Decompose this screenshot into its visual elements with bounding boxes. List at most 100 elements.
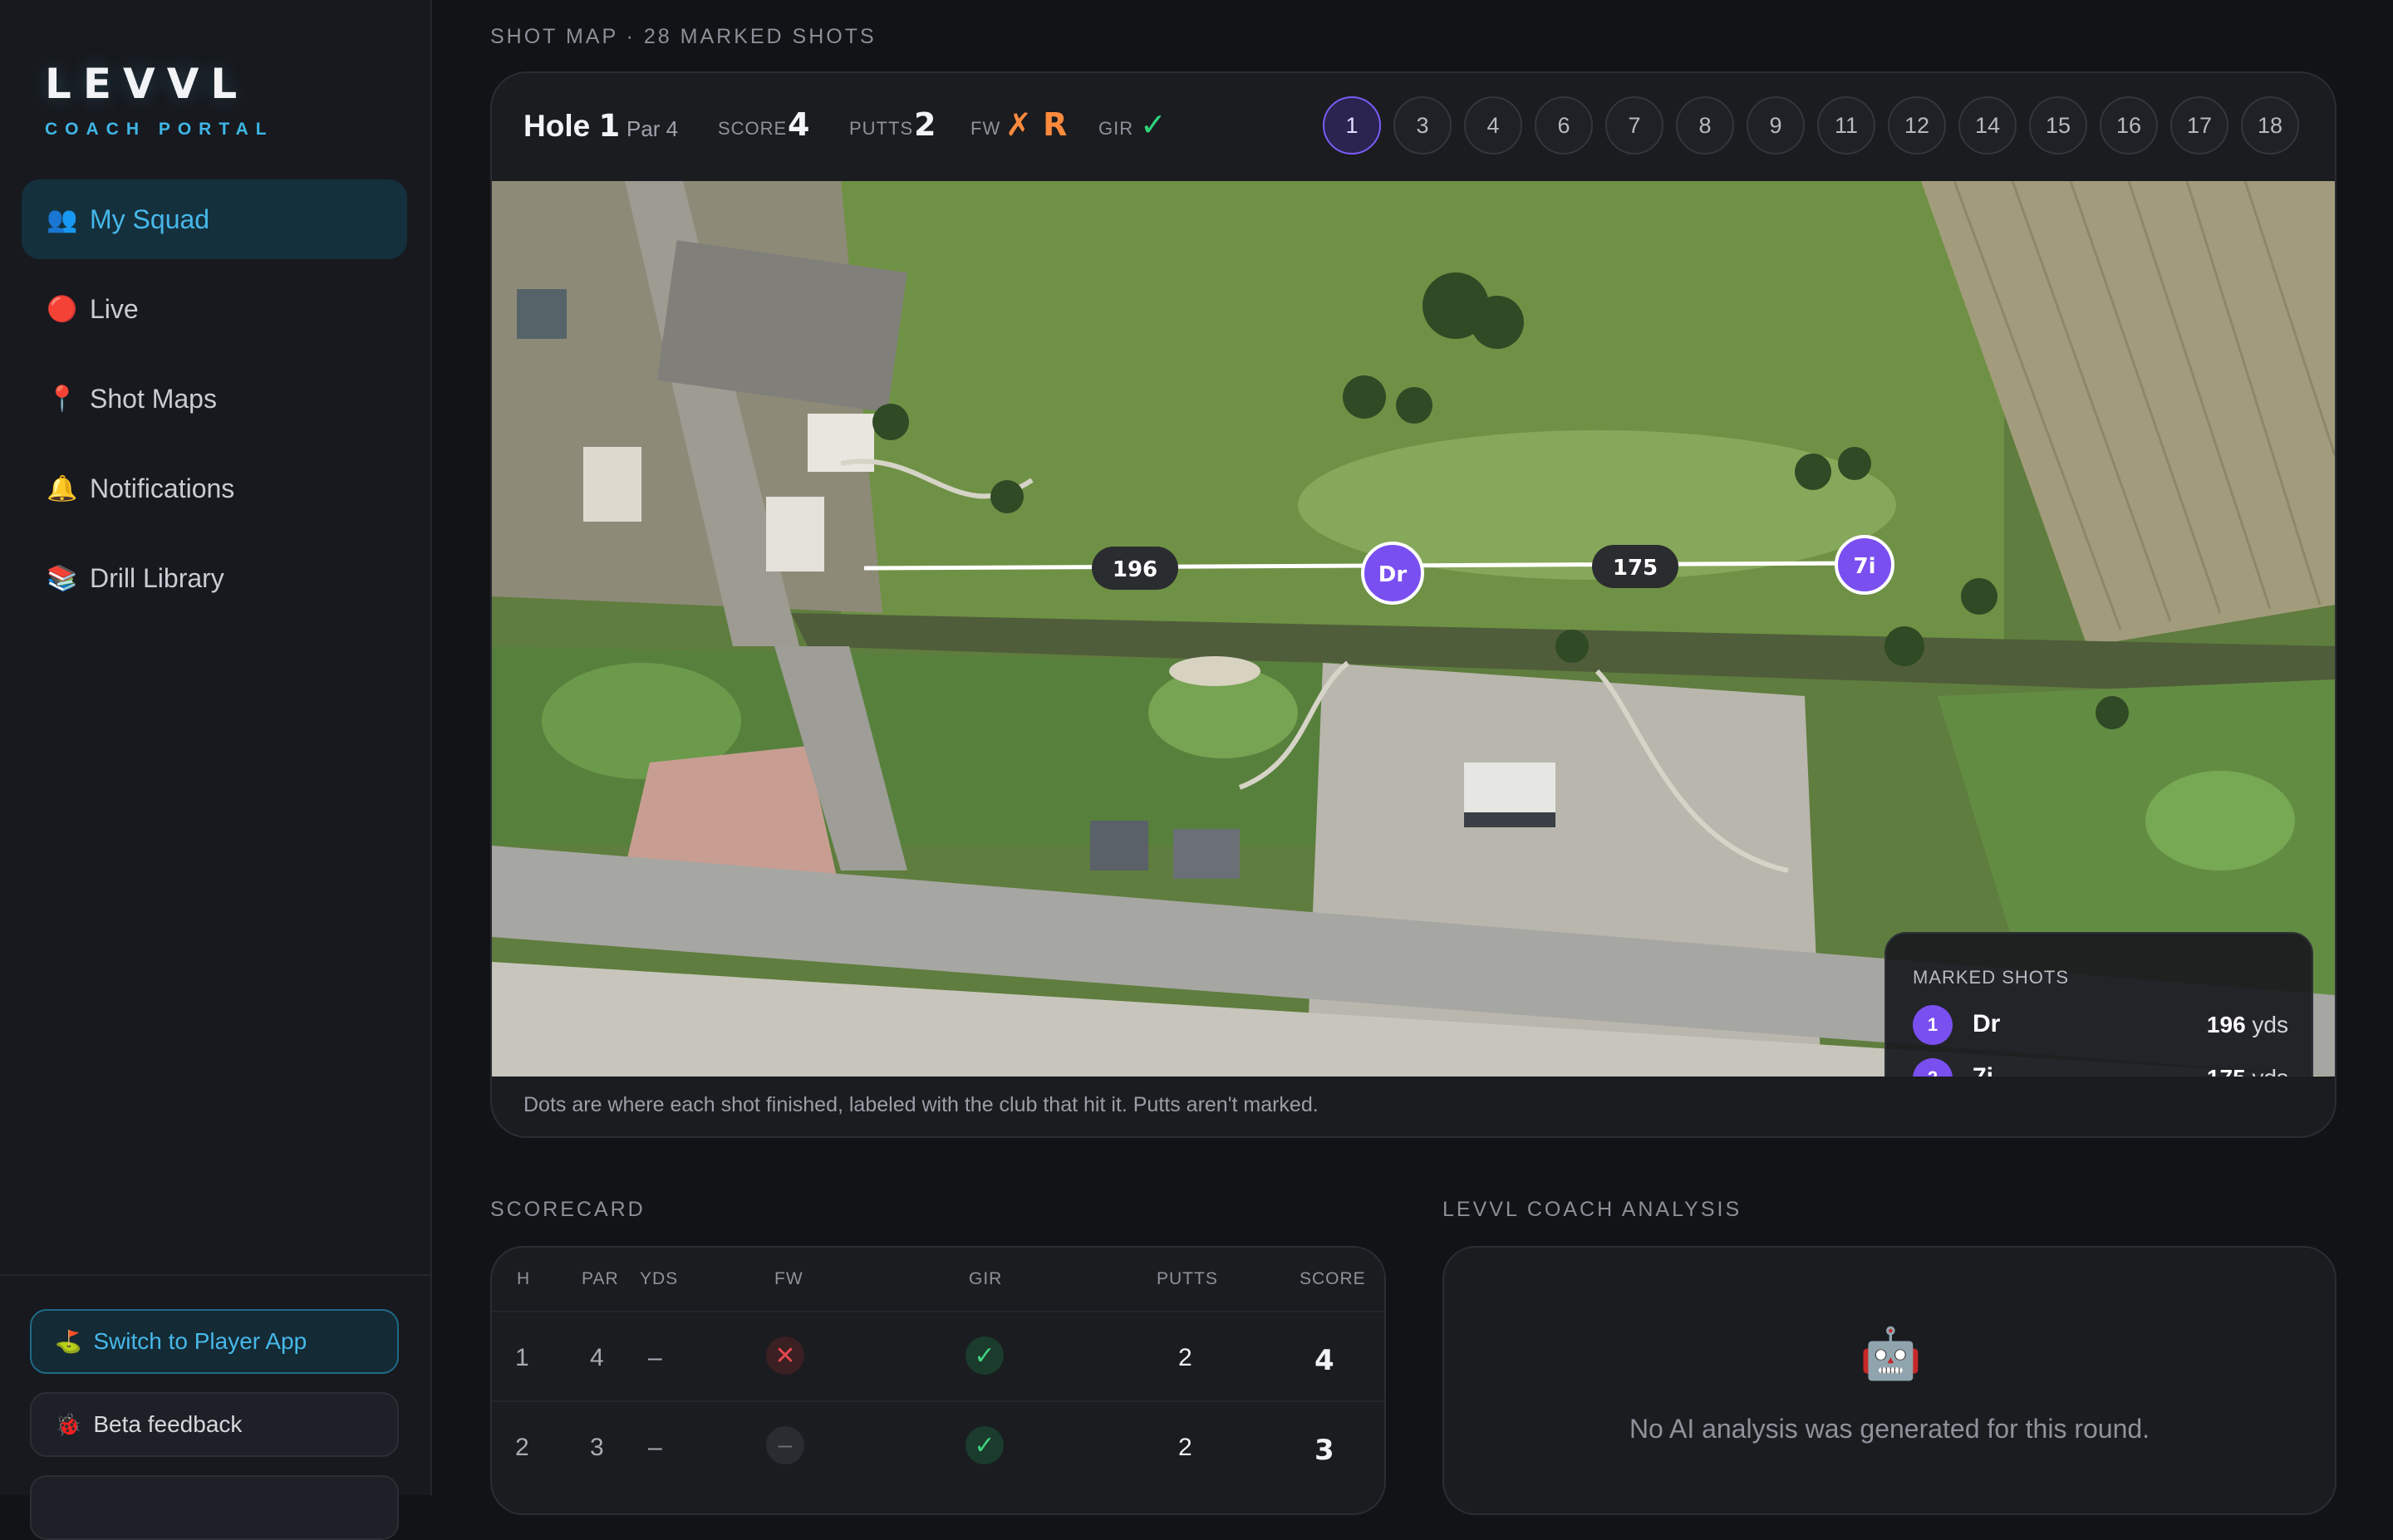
hole-summary-bar: Hole 1 Par 4 SCORE 4 PUTTS 2 FW ✗ R GIR … — [492, 73, 2335, 181]
hole-selector: 1 3 4 6 7 8 9 11 12 14 15 16 17 18 — [1323, 96, 2312, 154]
score-label: SCORE — [718, 118, 788, 139]
hole-pill-14[interactable]: 14 — [1958, 96, 2017, 154]
nav-label: Live — [90, 293, 139, 324]
map-caption: Dots are where each shot finished, label… — [523, 1093, 1319, 1116]
feedback-label: Beta feedback — [93, 1411, 243, 1437]
cell-par: 4 — [590, 1344, 604, 1371]
main-nav: 👥 My Squad 🔴 Live 📍 Shot Maps 🔔 Notifica… — [22, 179, 407, 628]
hole-pill-15[interactable]: 15 — [2029, 96, 2087, 154]
fw-label: FW — [970, 118, 1001, 139]
flag-icon: ⛳ — [55, 1328, 82, 1354]
nav-label: Shot Maps — [90, 383, 217, 414]
bug-icon: 🐞 — [55, 1411, 82, 1437]
col-yds: YDS — [640, 1269, 679, 1288]
hole-number: 1 — [598, 108, 621, 144]
sidebar-footer: ⛳ Switch to Player App 🐞 Beta feedback — [0, 1274, 430, 1540]
shot-distance: 175 yds — [2207, 1065, 2288, 1077]
books-icon: 📚 — [47, 564, 78, 592]
shot-number-badge: 2 — [1913, 1058, 1953, 1077]
shot-club: Dr — [1973, 1010, 2001, 1037]
distance-label: 175 — [1613, 556, 1658, 581]
gir-hit-icon: ✓ — [966, 1336, 1004, 1375]
putts-label: PUTTS — [849, 118, 914, 139]
hole-pill-9[interactable]: 9 — [1747, 96, 1805, 154]
satellite-map[interactable]: 196 Dr 175 7i MARKED SHOTS 1 Dr 196 yds … — [492, 181, 2335, 1077]
fw-miss-icon: ✕ — [766, 1336, 804, 1375]
hole-pill-4[interactable]: 4 — [1464, 96, 1522, 154]
table-row[interactable]: 1 4 – ✕ ✓ 2 4 — [492, 1311, 1384, 1402]
switch-to-player-app-button[interactable]: ⛳ Switch to Player App — [30, 1309, 399, 1374]
hole-pill-12[interactable]: 12 — [1888, 96, 1946, 154]
col-hole: H — [517, 1269, 531, 1288]
hole-pill-1[interactable]: 1 — [1323, 96, 1381, 154]
gir-value: ✓ — [1140, 106, 1167, 143]
col-putts: PUTTS — [1157, 1269, 1218, 1288]
scorecard-section-label: SCORECARD — [490, 1198, 646, 1221]
col-score: SCORE — [1300, 1269, 1366, 1288]
putts-value: 2 — [914, 106, 936, 143]
gir-hit-icon: ✓ — [966, 1426, 1004, 1464]
col-par: PAR — [582, 1269, 619, 1288]
col-fw: FW — [774, 1269, 803, 1288]
cell-putts: 2 — [1178, 1344, 1192, 1371]
hole-pill-3[interactable]: 3 — [1393, 96, 1452, 154]
brand-logo[interactable]: LEVVL COACH PORTAL — [45, 60, 274, 140]
hole-pill-6[interactable]: 6 — [1535, 96, 1593, 154]
marked-shot-row[interactable]: 2 7i 175 yds — [1913, 1058, 2288, 1077]
cell-yds: – — [648, 1434, 662, 1461]
beta-feedback-button[interactable]: 🐞 Beta feedback — [30, 1392, 399, 1457]
pin-icon: 📍 — [47, 385, 78, 413]
hole-title: Hole 1 — [523, 108, 620, 144]
robot-icon: 🤖 — [1860, 1326, 1922, 1381]
club-marker: Dr — [1378, 562, 1408, 587]
cell-hole: 2 — [515, 1434, 529, 1461]
hole-pill-17[interactable]: 17 — [2170, 96, 2228, 154]
gir-label: GIR — [1098, 118, 1134, 139]
nav-label: Notifications — [90, 473, 235, 503]
cell-yds: – — [648, 1344, 662, 1371]
shot-distance-unit: yds — [2252, 1065, 2288, 1077]
hole-word: Hole — [523, 109, 591, 143]
hole-pill-16[interactable]: 16 — [2100, 96, 2158, 154]
hole-pill-18[interactable]: 18 — [2241, 96, 2299, 154]
sidebar-extra-button[interactable] — [30, 1475, 399, 1540]
shot-distance-unit: yds — [2252, 1012, 2288, 1037]
marked-shots-title: MARKED SHOTS — [1913, 967, 2070, 988]
fw-na-icon: – — [766, 1426, 804, 1464]
marked-shot-row[interactable]: 1 Dr 196 yds — [1913, 1005, 2288, 1047]
distance-label: 196 — [1113, 557, 1157, 582]
sidebar: LEVVL COACH PORTAL 👥 My Squad 🔴 Live 📍 S… — [0, 0, 432, 1540]
shot-distance-value: 175 — [2207, 1065, 2246, 1077]
scorecard-table: H PAR YDS FW GIR PUTTS SCORE 1 4 – ✕ ✓ 2… — [490, 1246, 1386, 1515]
analysis-section-label: LEVVL COACH ANALYSIS — [1442, 1198, 1742, 1221]
hole-pill-7[interactable]: 7 — [1605, 96, 1663, 154]
hole-par: Par 4 — [627, 116, 679, 141]
nav-label: My Squad — [90, 204, 210, 234]
hole-pill-8[interactable]: 8 — [1676, 96, 1734, 154]
shot-number-badge: 1 — [1913, 1005, 1953, 1045]
nav-item-live[interactable]: 🔴 Live — [22, 269, 407, 349]
brand-name: LEVVL — [45, 60, 249, 108]
bell-icon: 🔔 — [47, 474, 78, 503]
col-gir: GIR — [969, 1269, 1003, 1288]
shot-club: 7i — [1973, 1063, 1993, 1077]
nav-item-notifications[interactable]: 🔔 Notifications — [22, 449, 407, 528]
table-row[interactable]: 2 3 – – ✓ 2 3 — [492, 1400, 1384, 1492]
hole-pill-11[interactable]: 11 — [1817, 96, 1875, 154]
shot-map-card: Hole 1 Par 4 SCORE 4 PUTTS 2 FW ✗ R GIR … — [490, 71, 2336, 1138]
nav-item-shot-maps[interactable]: 📍 Shot Maps — [22, 359, 407, 439]
analysis-card: 🤖 No AI analysis was generated for this … — [1442, 1246, 2336, 1515]
club-marker: 7i — [1853, 554, 1875, 579]
marked-shots-panel: MARKED SHOTS 1 Dr 196 yds 2 7i 175 yds — [1884, 932, 2313, 1077]
cell-hole: 1 — [515, 1344, 529, 1371]
shot-distance-value: 196 — [2206, 1012, 2246, 1037]
cell-score: 4 — [1314, 1344, 1334, 1377]
cell-putts: 2 — [1178, 1434, 1192, 1461]
score-value: 4 — [788, 106, 810, 143]
nav-item-my-squad[interactable]: 👥 My Squad — [22, 179, 407, 259]
switch-label: Switch to Player App — [93, 1328, 307, 1354]
brand-subtitle: COACH PORTAL — [45, 120, 274, 139]
nav-item-drill-library[interactable]: 📚 Drill Library — [22, 538, 407, 618]
live-icon: 🔴 — [47, 295, 78, 323]
analysis-empty-message: No AI analysis was generated for this ro… — [1629, 1414, 2150, 1444]
